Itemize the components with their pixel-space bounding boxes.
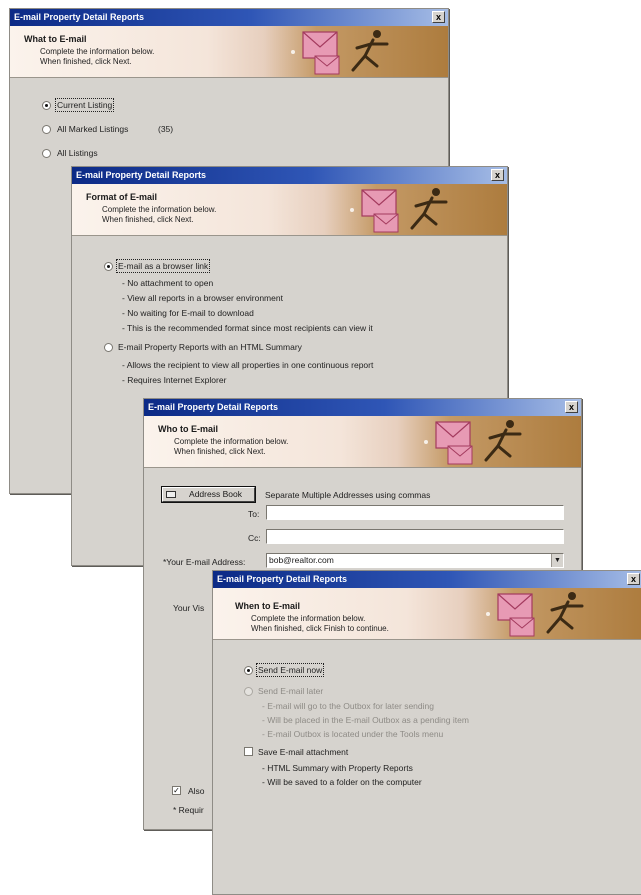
your-label-partial: Your Vis: [173, 603, 205, 613]
address-book-button[interactable]: Address Book: [162, 487, 255, 502]
browser-link-note: - No attachment to open: [122, 278, 214, 288]
envelope-icon: [497, 593, 533, 621]
envelope-icon: [361, 189, 397, 217]
browser-link-note: - View all reports in a browser environm…: [122, 293, 283, 303]
marked-listings-radio[interactable]: [42, 125, 51, 134]
save-attachment-checkbox[interactable]: [244, 747, 253, 756]
browser-link-label[interactable]: E-mail as a browser link: [115, 259, 211, 273]
browser-link-radio[interactable]: [104, 262, 113, 271]
separate-addresses-hint: Separate Multiple Addresses using commas: [265, 490, 431, 500]
browser-link-note: - No waiting for E-mail to download: [122, 308, 254, 318]
send-now-label[interactable]: Send E-mail now: [255, 663, 325, 677]
current-listing-radio[interactable]: [42, 101, 51, 110]
to-label: To:: [248, 509, 260, 519]
header-title: What to E-mail: [24, 34, 87, 44]
close-icon[interactable]: x: [491, 169, 504, 181]
html-summary-note: - Allows the recipient to view all prope…: [122, 360, 374, 370]
send-later-note: - E-mail Outbox is located under the Too…: [262, 729, 444, 739]
wizard-header: Format of E-mail Complete the informatio…: [72, 184, 507, 236]
html-summary-note: - Requires Internet Explorer: [122, 375, 227, 385]
header-instructions: Complete the information below. When fin…: [174, 437, 289, 456]
all-listings-radio[interactable]: [42, 149, 51, 158]
send-now-radio[interactable]: [244, 666, 253, 675]
close-icon[interactable]: x: [432, 11, 445, 23]
browser-link-note: - This is the recommended format since m…: [122, 323, 373, 333]
envelope-icon: [373, 213, 399, 233]
send-later-note: - Will be placed in the E-mail Outbox as…: [262, 715, 469, 725]
dialog-when-to-email: E-mail Property Detail Reports x When to…: [212, 570, 641, 895]
save-attachment-note: - HTML Summary with Property Reports: [262, 763, 413, 773]
wizard-header: What to E-mail Complete the information …: [10, 26, 448, 78]
title-bar: E-mail Property Detail Reports x: [72, 167, 507, 184]
title-bar: E-mail Property Detail Reports x: [213, 571, 641, 588]
title-bar: E-mail Property Detail Reports x: [10, 9, 448, 26]
email-runner-graphic: [486, 592, 584, 637]
send-later-note: - E-mail will go to the Outbox for later…: [262, 701, 434, 711]
also-checkbox[interactable]: ✓: [172, 786, 181, 795]
address-book-icon: [166, 491, 176, 498]
envelope-icon: [435, 421, 471, 449]
envelope-icon: [509, 617, 535, 637]
your-email-value: bob@realtor.com: [269, 555, 334, 565]
window-title: E-mail Property Detail Reports: [148, 402, 279, 412]
envelope-icon: [314, 55, 340, 75]
wizard-header: Who to E-mail Complete the information b…: [144, 416, 581, 468]
window-title: E-mail Property Detail Reports: [76, 170, 207, 180]
email-runner-graphic: [350, 188, 448, 233]
email-runner-graphic: [291, 30, 389, 75]
all-listings-label[interactable]: All Listings: [57, 148, 98, 158]
header-title: Who to E-mail: [158, 424, 218, 434]
marked-listings-label[interactable]: All Marked Listings: [57, 124, 128, 134]
envelope-icon: [447, 445, 473, 465]
header-instructions: Complete the information below. When fin…: [251, 614, 389, 633]
wizard-header: When to E-mail Complete the information …: [213, 588, 641, 640]
current-listing-label[interactable]: Current Listing: [54, 98, 115, 112]
title-bar: E-mail Property Detail Reports x: [144, 399, 581, 416]
marked-listings-count: (35): [158, 124, 174, 134]
cc-field[interactable]: [266, 529, 564, 544]
envelope-icon: [302, 31, 338, 59]
window-title: E-mail Property Detail Reports: [217, 574, 348, 584]
header-title: Format of E-mail: [86, 192, 158, 202]
runner-icon: [351, 30, 389, 72]
to-field[interactable]: [266, 505, 564, 520]
save-attachment-label[interactable]: Save E-mail attachment: [258, 747, 348, 757]
header-instructions: Complete the information below. When fin…: [40, 47, 155, 66]
required-note-partial: * Requir: [173, 805, 204, 815]
runner-icon: [484, 420, 522, 462]
close-icon[interactable]: x: [565, 401, 578, 413]
runner-icon: [546, 592, 584, 634]
header-title: When to E-mail: [235, 601, 300, 611]
email-runner-graphic: [424, 420, 522, 465]
html-summary-radio[interactable]: [104, 343, 113, 352]
your-email-select[interactable]: bob@realtor.com ▼: [266, 553, 564, 568]
send-later-label[interactable]: Send E-mail later: [258, 686, 323, 696]
window-title: E-mail Property Detail Reports: [14, 12, 145, 22]
your-email-label: *Your E-mail Address:: [163, 557, 246, 567]
also-label-partial: Also: [188, 786, 205, 796]
save-attachment-note: - Will be saved to a folder on the compu…: [262, 777, 422, 787]
address-book-label: Address Book: [189, 489, 242, 499]
dropdown-arrow-icon[interactable]: ▼: [551, 554, 563, 567]
header-instructions: Complete the information below. When fin…: [102, 205, 217, 224]
runner-icon: [410, 188, 448, 230]
close-icon[interactable]: x: [627, 573, 640, 585]
html-summary-label[interactable]: E-mail Property Reports with an HTML Sum…: [118, 342, 302, 352]
cc-label: Cc:: [248, 533, 261, 543]
send-later-radio[interactable]: [244, 687, 253, 696]
